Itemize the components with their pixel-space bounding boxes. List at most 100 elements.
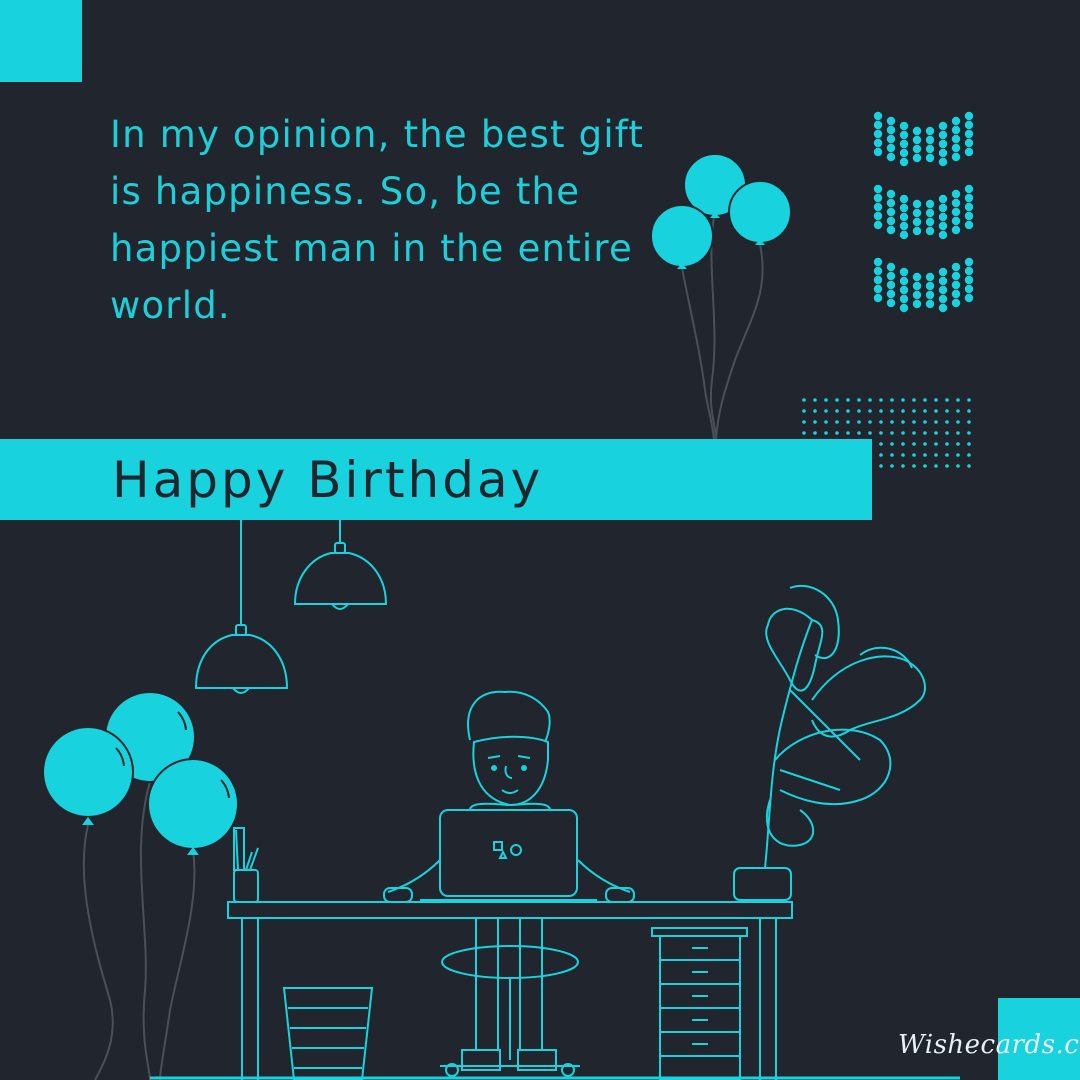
dot <box>899 139 909 149</box>
dot <box>938 203 948 213</box>
dot <box>923 442 927 446</box>
dot <box>912 398 916 402</box>
dot <box>868 431 872 435</box>
dot <box>956 453 960 457</box>
dot <box>945 431 949 435</box>
dot <box>934 409 938 413</box>
dot <box>923 420 927 424</box>
dot <box>951 262 961 272</box>
dot <box>890 464 894 468</box>
dot <box>886 152 896 162</box>
dot <box>951 216 961 226</box>
dot <box>951 271 961 281</box>
dot <box>886 298 896 308</box>
watermark: Wishecards.com <box>898 1030 1080 1060</box>
dot <box>890 442 894 446</box>
dot <box>857 409 861 413</box>
card-title: Happy Birthday <box>112 451 544 509</box>
dot <box>912 217 922 227</box>
dot <box>951 125 961 135</box>
dot <box>835 420 839 424</box>
dot <box>951 207 961 217</box>
dot <box>890 409 894 413</box>
dot <box>945 464 949 468</box>
dot <box>802 431 806 435</box>
dot <box>890 453 894 457</box>
dot <box>938 221 948 231</box>
dot <box>964 257 974 267</box>
dot <box>886 143 896 153</box>
dot <box>951 225 961 235</box>
dot <box>938 267 948 277</box>
dot <box>925 153 935 163</box>
birthday-quote: In my opinion, the best gift is happines… <box>110 113 645 327</box>
dot <box>951 134 961 144</box>
plant-icon <box>733 584 926 901</box>
dot <box>868 398 872 402</box>
dot <box>813 398 817 402</box>
dot <box>899 276 909 286</box>
dot <box>951 189 961 199</box>
dot <box>886 216 896 226</box>
dot <box>967 442 971 446</box>
dot <box>912 431 916 435</box>
dot <box>899 221 909 231</box>
dot <box>938 276 948 286</box>
dot <box>873 284 883 294</box>
dot <box>886 125 896 135</box>
dot <box>899 130 909 140</box>
dot <box>964 111 974 121</box>
dot <box>912 420 916 424</box>
dot <box>873 275 883 285</box>
dot <box>938 230 948 240</box>
dot <box>813 431 817 435</box>
dot <box>890 431 894 435</box>
dot <box>879 453 883 457</box>
dot <box>964 293 974 303</box>
dot <box>868 409 872 413</box>
dot <box>899 230 909 240</box>
dot <box>873 220 883 230</box>
dot <box>956 409 960 413</box>
dot <box>835 409 839 413</box>
dot <box>846 420 850 424</box>
dot <box>879 442 883 446</box>
dot <box>899 194 909 204</box>
dot <box>802 420 806 424</box>
dot <box>912 153 922 163</box>
dot <box>857 431 861 435</box>
dot <box>873 184 883 194</box>
balloon-cluster-top <box>650 153 792 441</box>
dot <box>964 193 974 203</box>
dot <box>912 272 922 282</box>
dot <box>938 194 948 204</box>
dot <box>951 198 961 208</box>
dot <box>886 189 896 199</box>
dot <box>925 208 935 218</box>
dot <box>923 409 927 413</box>
dot <box>934 442 938 446</box>
dot <box>951 289 961 299</box>
dot <box>923 464 927 468</box>
dot <box>934 431 938 435</box>
balloon-icon <box>650 204 714 268</box>
dot <box>925 217 935 227</box>
dot <box>824 420 828 424</box>
dot <box>912 442 916 446</box>
dot <box>938 139 948 149</box>
dot <box>967 431 971 435</box>
dot <box>964 275 974 285</box>
balloon-icon <box>147 758 239 850</box>
dot <box>912 144 922 154</box>
dot <box>912 126 922 136</box>
dot <box>886 134 896 144</box>
balloon-cluster-left <box>42 691 239 1080</box>
dot <box>912 299 922 309</box>
dot <box>964 147 974 157</box>
dot <box>886 271 896 281</box>
dot <box>886 207 896 217</box>
dot <box>938 121 948 131</box>
dot <box>923 431 927 435</box>
dot <box>925 272 935 282</box>
dot <box>912 226 922 236</box>
